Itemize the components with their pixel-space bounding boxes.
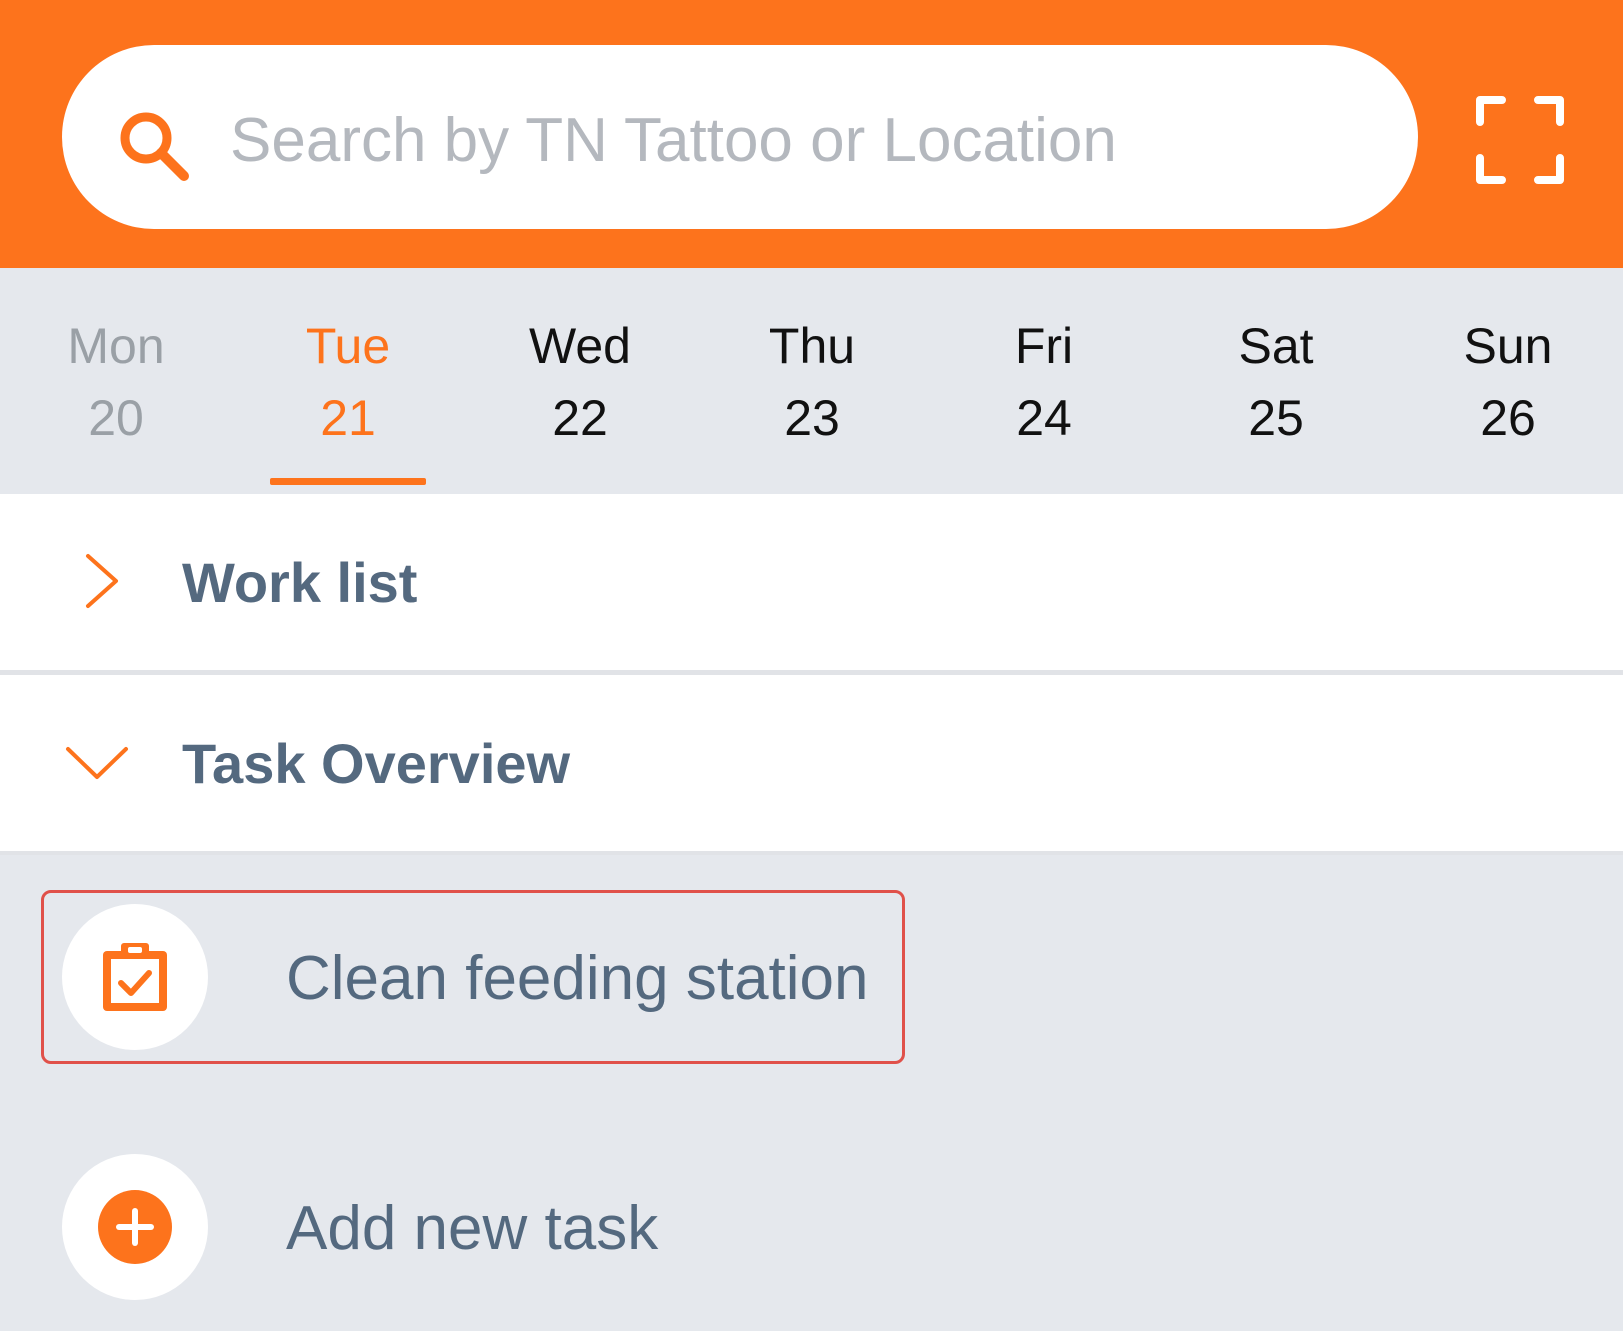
day-name: Sat: [1238, 318, 1314, 374]
day-mon[interactable]: Mon 20: [26, 316, 206, 448]
work-list-section-header[interactable]: Work list: [0, 494, 1623, 670]
divider: [0, 851, 1623, 855]
chevron-down-icon: [66, 747, 128, 779]
task-overview-section-header[interactable]: Task Overview: [0, 675, 1623, 851]
day-name: Wed: [529, 318, 631, 374]
task-icon-badge: [62, 904, 208, 1050]
day-tue[interactable]: Tue 21: [258, 316, 438, 448]
clipboard-check-icon: [103, 943, 167, 1011]
plus-circle-icon: [98, 1190, 172, 1264]
day-thu[interactable]: Thu 23: [722, 316, 902, 448]
day-name: Mon: [67, 318, 165, 374]
scan-frame-icon[interactable]: [1476, 96, 1564, 184]
day-number: 26: [1480, 390, 1536, 446]
day-number: 25: [1248, 390, 1304, 446]
day-number: 21: [320, 390, 376, 446]
task-icon-badge: [62, 1154, 208, 1300]
day-number: 23: [784, 390, 840, 446]
app-header: [0, 0, 1623, 268]
week-day-selector: Mon 20 Tue 21 Wed 22 Thu 23 Fri 24 Sat 2…: [0, 268, 1623, 494]
add-task-button[interactable]: Add new task: [0, 1150, 1623, 1310]
selected-day-indicator: [270, 478, 426, 485]
day-name: Fri: [1014, 318, 1074, 374]
task-item[interactable]: Clean feeding station: [0, 900, 1623, 1060]
day-number: 20: [88, 390, 144, 446]
section-title: Task Overview: [182, 732, 571, 795]
day-number: 24: [1016, 390, 1072, 446]
add-task-label: Add new task: [286, 1194, 659, 1263]
day-sun[interactable]: Sun 26: [1418, 316, 1598, 448]
day-name: Tue: [305, 318, 391, 374]
task-label: Clean feeding station: [286, 944, 869, 1013]
section-title: Work list: [182, 551, 418, 614]
day-name: Thu: [768, 318, 856, 374]
chevron-right-icon: [86, 554, 118, 608]
search-input[interactable]: [230, 80, 1380, 200]
day-wed[interactable]: Wed 22: [490, 316, 670, 448]
day-sat[interactable]: Sat 25: [1186, 316, 1366, 448]
day-number: 22: [552, 390, 608, 446]
day-fri[interactable]: Fri 24: [954, 316, 1134, 448]
day-name: Sun: [1463, 318, 1553, 374]
search-icon: [120, 112, 189, 181]
